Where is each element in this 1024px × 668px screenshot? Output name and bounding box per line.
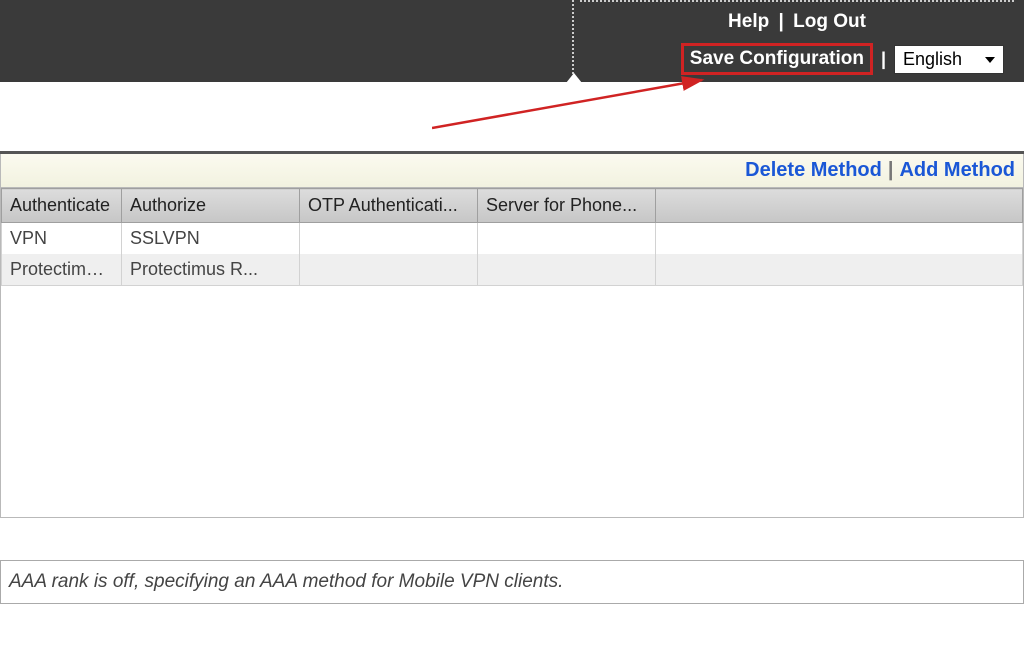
info-note: AAA rank is off, specifying an AAA metho… (0, 560, 1024, 604)
vertical-divider (572, 0, 574, 82)
cell-authorize: SSLVPN (122, 223, 300, 255)
cell-otp (300, 223, 478, 255)
save-configuration-button[interactable]: Save Configuration (681, 43, 873, 75)
help-link[interactable]: Help (728, 11, 769, 32)
sub-header (0, 82, 1024, 154)
table-row[interactable]: VPN SSLVPN (2, 223, 1023, 255)
cell-empty (656, 223, 1023, 255)
cell-empty (656, 254, 1023, 286)
col-rest (656, 189, 1023, 223)
col-phone[interactable]: Server for Phone... (478, 189, 656, 223)
spacer (0, 518, 1024, 560)
methods-table: Authenticate Authorize OTP Authenticati.… (1, 188, 1023, 286)
table-action-bar: Delete Method | Add Method (0, 154, 1024, 188)
language-select[interactable]: English (894, 45, 1004, 74)
separator: | (881, 49, 886, 70)
cell-authorize: Protectimus R... (122, 254, 300, 286)
col-authenticate[interactable]: Authenticate (2, 189, 122, 223)
top-bar: Help | Log Out Save Configuration | Engl… (0, 0, 1024, 82)
language-value: English (903, 49, 962, 69)
add-method-link[interactable]: Add Method (899, 159, 1015, 182)
cell-phone (478, 254, 656, 286)
cell-phone (478, 223, 656, 255)
delete-method-link[interactable]: Delete Method (745, 159, 882, 182)
separator: | (775, 11, 788, 32)
cell-authenticate: Protectimus R... (2, 254, 122, 286)
methods-table-container: Authenticate Authorize OTP Authenticati.… (0, 188, 1024, 518)
col-authorize[interactable]: Authorize (122, 189, 300, 223)
logout-link[interactable]: Log Out (793, 11, 866, 32)
col-otp[interactable]: OTP Authenticati... (300, 189, 478, 223)
cell-otp (300, 254, 478, 286)
cell-authenticate: VPN (2, 223, 122, 255)
table-row[interactable]: Protectimus R... Protectimus R... (2, 254, 1023, 286)
separator: | (882, 159, 900, 182)
